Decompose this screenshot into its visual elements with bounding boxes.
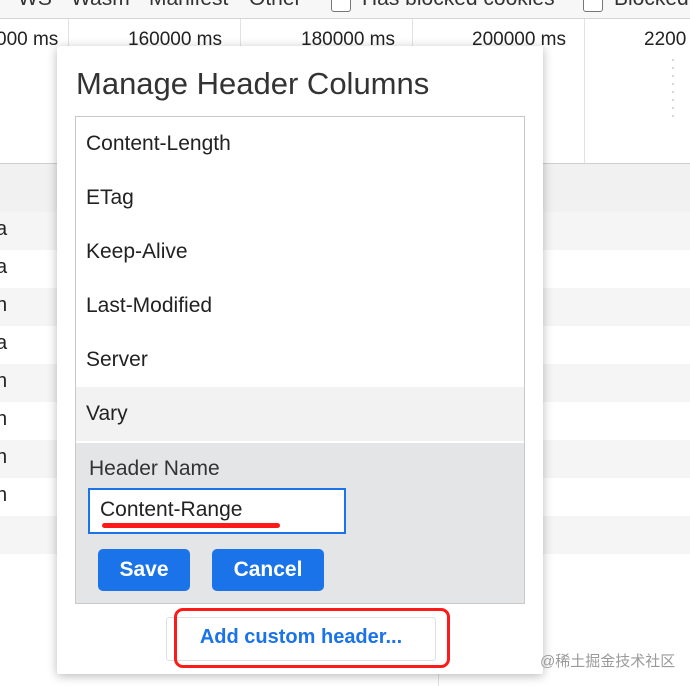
filter-ws[interactable]: WS xyxy=(18,0,52,11)
blocked-requests-label: Blocked xyxy=(614,0,689,11)
filter-toolbar: WS Wasm Manifest Other Has blocked cooki… xyxy=(0,0,690,19)
timeline-divider xyxy=(584,19,585,163)
filter-wasm[interactable]: Wasm xyxy=(71,0,130,11)
blocked-cookies-checkbox[interactable] xyxy=(331,0,351,12)
table-cell: n xyxy=(0,294,8,316)
blocked-requests-checkbox[interactable] xyxy=(583,0,603,12)
header-name-label: Header Name xyxy=(89,457,220,480)
table-cell: a xyxy=(0,218,8,240)
annotation-underline xyxy=(102,523,280,528)
header-list-item[interactable]: Content-Length xyxy=(76,117,524,171)
header-list-item[interactable]: ETag xyxy=(76,171,524,225)
cancel-button[interactable]: Cancel xyxy=(212,549,324,591)
manage-header-columns-dialog: Manage Header Columns Content-Length ETa… xyxy=(57,46,543,674)
table-cell: n xyxy=(0,408,8,430)
table-cell: n xyxy=(0,370,8,392)
header-list-item[interactable]: Vary xyxy=(76,387,524,441)
header-editor: Header Name Save Cancel xyxy=(76,443,524,603)
table-cell: n xyxy=(0,484,8,506)
header-list-item[interactable]: Keep-Alive xyxy=(76,225,524,279)
filter-other[interactable]: Other xyxy=(249,0,302,11)
add-custom-header-button[interactable]: Add custom header... xyxy=(166,617,436,661)
save-button[interactable]: Save xyxy=(98,549,190,591)
timeline-tick: 000 ms xyxy=(0,29,59,50)
watermark: @稀土掘金技术社区 xyxy=(540,653,676,670)
timeline-marker xyxy=(672,59,674,119)
blocked-cookies-label: Has blocked cookies xyxy=(362,0,555,11)
filter-manifest[interactable]: Manifest xyxy=(149,0,228,11)
table-cell: n xyxy=(0,446,8,468)
header-columns-list[interactable]: Content-Length ETag Keep-Alive Last-Modi… xyxy=(75,116,525,604)
header-list-item[interactable]: Last-Modified xyxy=(76,279,524,333)
header-name-input[interactable] xyxy=(100,498,340,522)
table-cell: a xyxy=(0,332,8,354)
timeline-tick: 2200 xyxy=(644,29,687,50)
dialog-title: Manage Header Columns xyxy=(76,66,430,101)
header-list-item[interactable]: Server xyxy=(76,333,524,387)
table-cell: a xyxy=(0,256,8,278)
